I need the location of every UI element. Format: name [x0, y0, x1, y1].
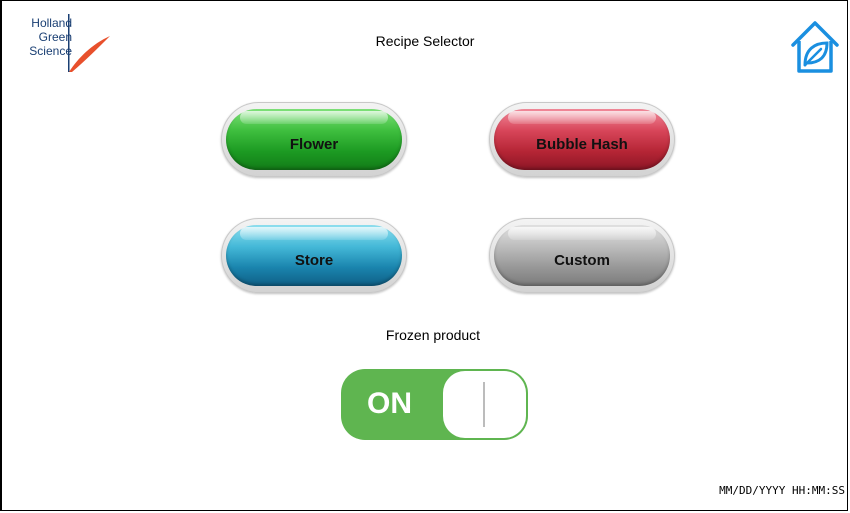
- custom-button-label: Custom: [554, 252, 610, 269]
- frozen-product-label: Frozen product: [385, 327, 481, 343]
- home-button[interactable]: [787, 17, 843, 75]
- toggle-knob[interactable]: [443, 371, 526, 438]
- datetime-display: MM/DD/YYYY HH:MM:SS: [719, 484, 845, 497]
- custom-button-face: Custom: [494, 225, 670, 286]
- toggle-state-text: ON: [367, 387, 412, 420]
- store-button-label: Store: [294, 252, 334, 269]
- store-button[interactable]: Store: [221, 218, 407, 293]
- store-button-face: Store: [226, 225, 402, 286]
- page-title: Recipe Selector: [375, 33, 475, 49]
- house-leaf-icon: [791, 21, 839, 73]
- bubble-hash-button-face: Bubble Hash: [494, 109, 670, 170]
- bubble-hash-button-label: Bubble Hash: [536, 136, 628, 153]
- toggle-knob-grip: [483, 382, 485, 427]
- frozen-product-toggle[interactable]: ON: [341, 369, 528, 440]
- bubble-hash-button[interactable]: Bubble Hash: [489, 102, 675, 177]
- logo-line-1: Holland: [31, 16, 72, 30]
- custom-button[interactable]: Custom: [489, 218, 675, 293]
- flower-button-label: Flower: [289, 136, 339, 153]
- flower-button-face: Flower: [226, 109, 402, 170]
- flower-button[interactable]: Flower: [221, 102, 407, 177]
